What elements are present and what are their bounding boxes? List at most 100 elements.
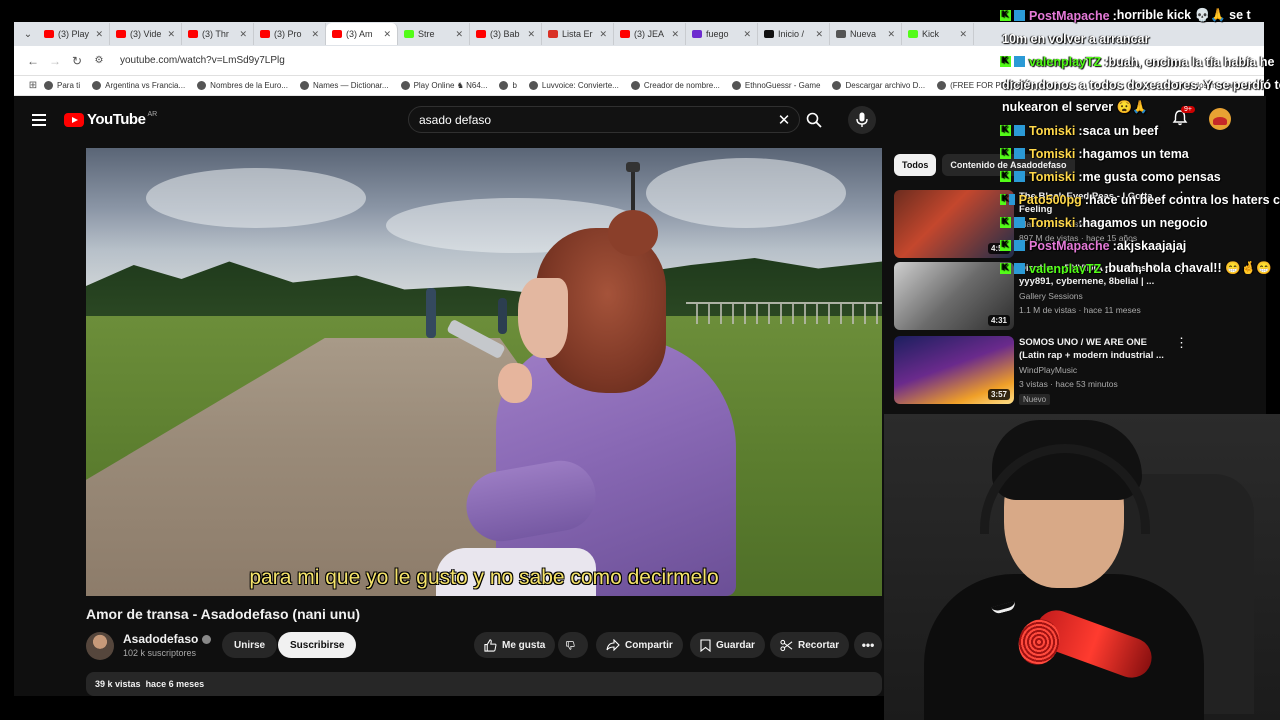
video-frame-person-hand bbox=[498, 363, 532, 403]
browser-tab[interactable]: (3) Thr ✕ bbox=[182, 23, 254, 45]
close-tab-icon[interactable]: ✕ bbox=[383, 29, 391, 40]
save-button[interactable]: Guardar bbox=[690, 632, 765, 658]
close-tab-icon[interactable]: ✕ bbox=[95, 29, 103, 40]
kick-badge-icon bbox=[1000, 55, 1011, 67]
tab-label: (3) Thr bbox=[202, 29, 229, 39]
recommended-channel[interactable]: Gallery Sessions bbox=[1019, 291, 1083, 301]
close-tab-icon[interactable]: ✕ bbox=[167, 29, 175, 40]
tab-favicon-icon bbox=[260, 30, 270, 38]
reload-icon[interactable]: ↻ bbox=[66, 54, 88, 68]
channel-name[interactable]: Asadodefaso bbox=[123, 632, 212, 646]
video-frame-person-face bbox=[518, 278, 568, 358]
video-frame-passerby bbox=[426, 288, 436, 338]
like-button[interactable]: Me gusta bbox=[474, 632, 556, 658]
close-tab-icon[interactable]: ✕ bbox=[887, 29, 895, 40]
subscriber-badge-icon bbox=[1014, 240, 1025, 251]
bookmark-item[interactable]: EthnoGuessr - Game bbox=[731, 81, 821, 90]
chip-all[interactable]: Todos bbox=[894, 154, 937, 176]
dislike-button[interactable] bbox=[558, 632, 588, 658]
bookmark-favicon-icon bbox=[400, 81, 410, 90]
close-tab-icon[interactable]: ✕ bbox=[815, 29, 823, 40]
recommended-video[interactable]: 3:57 SOMOS UNO / WE ARE ONE (Latin rap + … bbox=[894, 336, 1194, 408]
browser-tab[interactable]: (3) Am ✕ bbox=[326, 23, 398, 45]
bookmark-label: Names — Dictionar... bbox=[312, 81, 389, 90]
bookmark-favicon-icon bbox=[832, 81, 842, 90]
close-tab-icon[interactable]: ✕ bbox=[599, 29, 607, 40]
share-button[interactable]: Compartir bbox=[596, 632, 683, 658]
more-actions-icon[interactable]: ••• bbox=[854, 632, 882, 658]
close-tab-icon[interactable]: ✕ bbox=[527, 29, 535, 40]
browser-tab[interactable]: Stre ✕ bbox=[398, 23, 470, 45]
browser-tab[interactable]: (3) Vide ✕ bbox=[110, 23, 182, 45]
close-tab-icon[interactable]: ✕ bbox=[743, 29, 751, 40]
tab-favicon-icon bbox=[908, 30, 918, 38]
browser-tab[interactable]: (3) Bab ✕ bbox=[470, 23, 542, 45]
tab-label: (3) JEA bbox=[634, 29, 665, 39]
subscribe-button[interactable]: Suscribirse bbox=[278, 632, 357, 658]
bookmark-item[interactable]: Creador de nombre... bbox=[630, 81, 720, 90]
chat-text: me gusta como pensas bbox=[1082, 169, 1221, 184]
tab-search-icon[interactable]: ⌄ bbox=[18, 29, 38, 40]
chat-message: valenplayTZ: buah, hola chaval!! 😁🤞😁 bbox=[1000, 257, 1280, 274]
chat-message: 10m en volver a arrancar bbox=[1000, 27, 1280, 50]
bookmark-item[interactable]: Argentina vs Francia... bbox=[92, 81, 185, 90]
browser-tab[interactable]: Nueva ✕ bbox=[830, 23, 902, 45]
voice-search-button[interactable] bbox=[848, 106, 876, 134]
close-tab-icon[interactable]: ✕ bbox=[455, 29, 463, 40]
more-options-icon[interactable]: ⋮ bbox=[1175, 336, 1188, 349]
close-tab-icon[interactable]: ✕ bbox=[239, 29, 247, 40]
bookmark-item[interactable]: Names — Dictionar... bbox=[299, 81, 389, 90]
chat-text: hagamos un tema bbox=[1082, 146, 1189, 161]
url-field[interactable]: youtube.com/watch?v=LmSd9y7LPlg bbox=[120, 55, 285, 66]
browser-tab[interactable]: fuego ✕ bbox=[686, 23, 758, 45]
kick-badge-icon bbox=[1000, 9, 1011, 21]
search-input[interactable]: asado defaso bbox=[419, 113, 769, 127]
browser-tab[interactable]: (3) JEA ✕ bbox=[614, 23, 686, 45]
bookmark-label: EthnoGuessr - Game bbox=[744, 81, 821, 90]
bookmark-item[interactable]: Para ti bbox=[44, 81, 80, 90]
clip-button[interactable]: Recortar bbox=[770, 632, 850, 658]
youtube-logo[interactable]: YouTube AR bbox=[64, 111, 157, 128]
search-box[interactable]: asado defaso ✕ bbox=[408, 106, 800, 133]
video-thumbnail[interactable]: 4:31 bbox=[894, 262, 1014, 330]
browser-tab[interactable]: (3) Pro ✕ bbox=[254, 23, 326, 45]
bookmark-label: b bbox=[512, 81, 517, 90]
browser-tab[interactable]: (3) Play ✕ bbox=[38, 23, 110, 45]
bookmark-favicon-icon bbox=[630, 81, 640, 90]
video-thumbnail[interactable]: 3:57 bbox=[894, 336, 1014, 404]
bookmark-item[interactable]: Nombres de la Euro... bbox=[197, 81, 288, 90]
back-icon[interactable]: ← bbox=[22, 54, 44, 68]
share-label: Compartir bbox=[625, 639, 673, 651]
video-description-box[interactable]: 39 k vistas hace 6 meses bbox=[86, 672, 882, 696]
clear-search-icon[interactable]: ✕ bbox=[769, 111, 799, 129]
bookmark-item[interactable]: Luvvoice: Convierte... bbox=[528, 81, 619, 90]
close-tab-icon[interactable]: ✕ bbox=[671, 29, 679, 40]
chat-text: hagamos un negocio bbox=[1082, 215, 1208, 230]
tab-favicon-icon bbox=[620, 30, 630, 38]
chat-text: diciéndonos a todos doxeadores. Y se per… bbox=[1002, 77, 1280, 92]
bookmark-item[interactable]: b bbox=[499, 81, 517, 90]
tab-favicon-icon bbox=[332, 30, 342, 38]
recommended-title[interactable]: SOMOS UNO / WE ARE ONE (Latin rap + mode… bbox=[1019, 336, 1164, 362]
video-duration: 4:31 bbox=[987, 315, 1010, 326]
browser-tab[interactable]: Lista Er ✕ bbox=[542, 23, 614, 45]
close-tab-icon[interactable]: ✕ bbox=[959, 29, 967, 40]
video-player[interactable]: para mi que yo le gusto y no sabe como d… bbox=[86, 148, 882, 596]
site-info-icon[interactable]: ⚙ bbox=[88, 55, 110, 66]
video-thumbnail[interactable]: 4:52 bbox=[894, 190, 1014, 258]
menu-icon[interactable] bbox=[32, 114, 46, 126]
bookmark-favicon-icon bbox=[92, 81, 102, 90]
forward-icon[interactable]: → bbox=[44, 54, 66, 68]
subscriber-count: 102 k suscriptores bbox=[123, 648, 197, 658]
channel-avatar[interactable] bbox=[86, 632, 114, 660]
subscriber-badge-icon bbox=[1014, 263, 1025, 274]
bookmark-item[interactable]: Play Online ♞ N64... bbox=[400, 81, 487, 90]
recommended-channel[interactable]: WindPlayMusic bbox=[1019, 365, 1077, 375]
close-tab-icon[interactable]: ✕ bbox=[311, 29, 319, 40]
apps-icon[interactable]: ⊞ bbox=[22, 80, 44, 91]
bookmark-item[interactable]: Descargar archivo D... bbox=[832, 81, 925, 90]
browser-tab[interactable]: Kick ✕ bbox=[902, 23, 974, 45]
browser-tab[interactable]: Inicio / ✕ bbox=[758, 23, 830, 45]
join-button[interactable]: Unirse bbox=[222, 632, 278, 658]
search-button[interactable] bbox=[799, 106, 829, 133]
